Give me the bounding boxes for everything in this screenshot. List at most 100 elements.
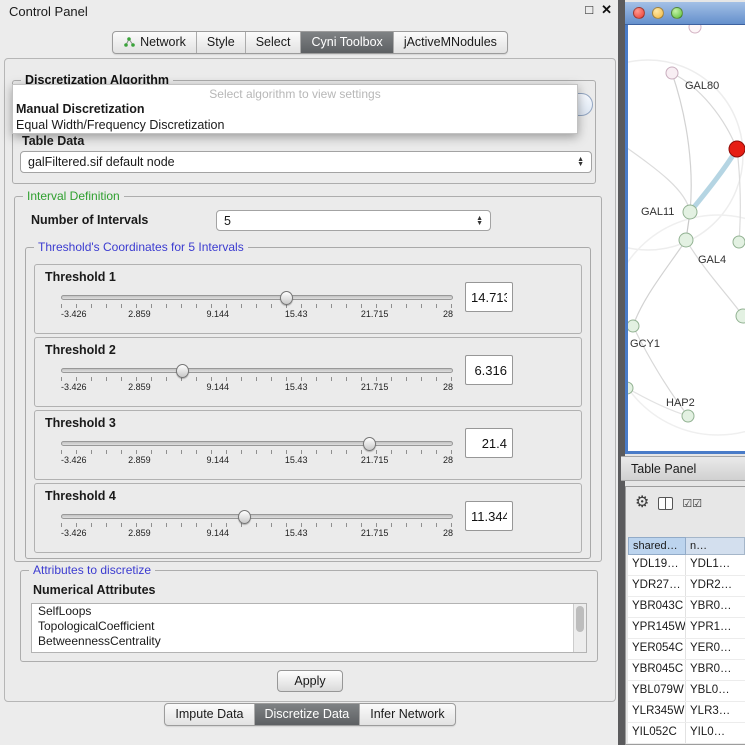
slider-thumb[interactable] [280, 291, 293, 305]
tick-label-row: -3.426 2.859 9.144 15.43 21.715 28 [61, 382, 453, 394]
tab-select[interactable]: Select [246, 32, 302, 53]
attributes-group-title: Attributes to discretize [29, 563, 155, 577]
tick-label: -3.426 [61, 528, 87, 538]
panel-divider[interactable] [618, 0, 625, 745]
network-node[interactable] [682, 410, 694, 422]
interval-definition-group: Interval Definition Number of Intervals … [14, 196, 602, 562]
tab-impute-data[interactable]: Impute Data [165, 704, 254, 725]
table-row[interactable]: YBR043CYBR0… [628, 597, 745, 618]
table-row[interactable]: YLR345WYLR3… [628, 702, 745, 723]
columns-icon[interactable] [658, 497, 673, 510]
minimize-traffic-light[interactable] [652, 7, 664, 19]
tick-label: 2.859 [128, 455, 151, 465]
network-node[interactable] [628, 382, 633, 394]
scrollbar-thumb[interactable] [576, 606, 584, 632]
table-panel-header: Table Panel [621, 456, 745, 481]
list-item[interactable]: TopologicalCoefficient [32, 619, 586, 634]
network-window-titlebar [625, 2, 745, 25]
threshold-3-value-input[interactable] [465, 428, 513, 458]
slider-track[interactable] [61, 514, 453, 519]
algorithm-option-equal-width[interactable]: Equal Width/Frequency Discretization [13, 117, 577, 133]
threshold-4-value-input[interactable] [465, 501, 513, 531]
tab-jactivemnodules[interactable]: jActiveMNodules [394, 32, 507, 53]
control-panel-window: Control Panel □ ✕ Network Style [0, 0, 620, 745]
close-window-icon[interactable]: ✕ [601, 2, 612, 18]
threshold-1-value-input[interactable] [465, 282, 513, 312]
table-body: YDL19…YDL1… YDR27…YDR2… YBR043CYBR0… YPR… [628, 555, 745, 744]
tick-label: 15.43 [285, 455, 308, 465]
slider-track[interactable] [61, 441, 453, 446]
slider-track[interactable] [61, 295, 453, 300]
network-node[interactable] [689, 25, 701, 33]
table-panel-title: Table Panel [631, 462, 696, 476]
window-controls: □ ✕ [585, 2, 612, 18]
slider-thumb[interactable] [238, 510, 251, 524]
list-item[interactable]: SelfLoops [32, 604, 586, 619]
tab-style[interactable]: Style [197, 32, 246, 53]
number-of-intervals-value: 5 [224, 214, 231, 228]
tab-infer-network[interactable]: Infer Network [360, 704, 454, 725]
bottom-tab-bar: Impute Data Discretize Data Infer Networ… [0, 703, 620, 726]
table-data-combo[interactable]: galFiltered.sif default node ▲▼ [20, 151, 592, 173]
zoom-traffic-light[interactable] [671, 7, 683, 19]
network-tab-icon [123, 36, 135, 48]
close-traffic-light[interactable] [633, 7, 645, 19]
tab-cyni-toolbox[interactable]: Cyni Toolbox [301, 32, 393, 53]
cell: YDR27… [628, 576, 686, 596]
network-canvas[interactable]: GAL80 GAL11 GAL4 GCY1 HAP2 [625, 25, 745, 454]
slider-thumb[interactable] [363, 437, 376, 451]
tab-network-label: Network [140, 35, 186, 49]
tick-marks [61, 450, 453, 454]
network-graph: GAL80 GAL11 GAL4 GCY1 HAP2 [628, 25, 745, 451]
network-node[interactable] [733, 236, 745, 248]
tick-label: 2.859 [128, 382, 151, 392]
network-node[interactable] [683, 205, 697, 219]
attributes-scrollbar[interactable] [573, 604, 586, 652]
gear-icon[interactable]: ⚙ [635, 495, 649, 511]
table-row[interactable]: YBR045CYBR0… [628, 660, 745, 681]
table-data-label: Table Data [22, 134, 84, 148]
select-columns-checkboxes-icon[interactable]: ☑☑ [682, 497, 702, 510]
tab-network[interactable]: Network [113, 32, 197, 53]
node-label: GAL11 [641, 206, 674, 218]
cell: YDL19… [628, 555, 686, 575]
tick-label: 9.144 [207, 528, 230, 538]
threshold-1-panel: Threshold 1 -3.426 2.859 9.144 15.43 21.… [34, 264, 582, 334]
network-node[interactable] [679, 233, 693, 247]
table-row[interactable]: YER054CYER0… [628, 639, 745, 660]
cell: YLR3… [686, 702, 745, 722]
float-window-icon[interactable]: □ [585, 2, 593, 18]
network-node[interactable] [736, 309, 745, 323]
network-node-selected[interactable] [729, 141, 745, 157]
table-row[interactable]: YIL052CYIL0… [628, 723, 745, 744]
threshold-2-value-input[interactable] [465, 355, 513, 385]
column-header-shared-name[interactable]: shared… [628, 537, 686, 555]
number-of-intervals-combo[interactable]: 5 ▲▼ [216, 210, 491, 231]
table-data-combo-value: galFiltered.sif default node [28, 155, 175, 169]
interval-definition-group-title: Interval Definition [23, 189, 124, 203]
network-node[interactable] [628, 320, 639, 332]
network-edge [737, 149, 740, 242]
tab-discretize-data[interactable]: Discretize Data [255, 704, 361, 725]
list-item[interactable]: BetweennessCentrality [32, 634, 586, 649]
tick-label: 21.715 [361, 382, 389, 392]
algorithm-popup: Select algorithm to view settings Manual… [12, 84, 578, 134]
tick-label: 21.715 [361, 455, 389, 465]
algorithm-option-manual[interactable]: Manual Discretization [13, 101, 577, 117]
threshold-1-label: Threshold 1 [45, 270, 116, 284]
slider-track[interactable] [61, 368, 453, 373]
column-header-name[interactable]: n… [686, 537, 745, 555]
slider-thumb[interactable] [176, 364, 189, 378]
table-row[interactable]: YPR145WYPR1… [628, 618, 745, 639]
network-node[interactable] [666, 67, 678, 79]
threshold-3-slider: -3.426 2.859 9.144 15.43 21.715 28 [61, 441, 453, 467]
threshold-4-panel: Threshold 4 -3.426 2.859 9.144 15.43 21.… [34, 483, 582, 553]
table-header-row: shared… n… [628, 537, 745, 555]
network-edge [633, 240, 686, 326]
combo-spinner-icon: ▲▼ [476, 216, 483, 226]
apply-button[interactable]: Apply [277, 670, 343, 692]
cell: YBR043C [628, 597, 686, 617]
table-row[interactable]: YDR27…YDR2… [628, 576, 745, 597]
table-row[interactable]: YDL19…YDL1… [628, 555, 745, 576]
table-row[interactable]: YBL079WYBL0… [628, 681, 745, 702]
